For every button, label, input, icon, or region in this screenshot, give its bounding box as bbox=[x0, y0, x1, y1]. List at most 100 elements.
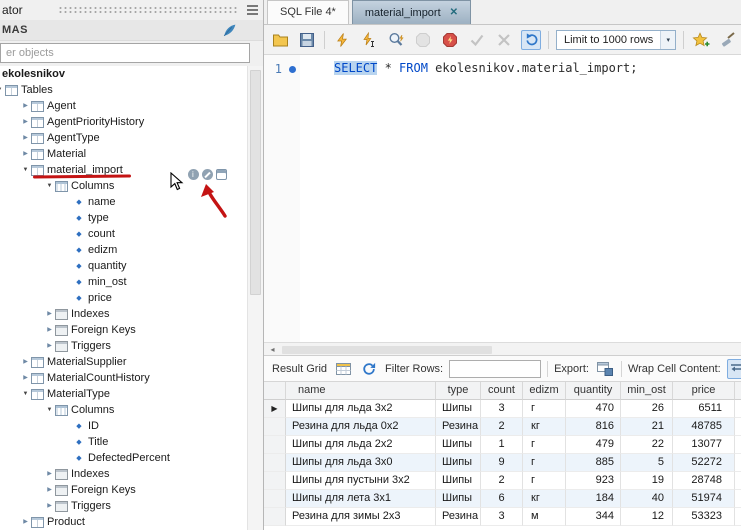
table-row[interactable]: Шипы для льда 2x2Шипы1г4792213077 bbox=[264, 436, 741, 454]
column-header-quantity[interactable]: quantity bbox=[566, 382, 621, 400]
cell-count[interactable]: 3 bbox=[481, 508, 523, 526]
column-header-count[interactable]: count bbox=[481, 382, 523, 400]
tree-item-price[interactable]: ◆price bbox=[0, 290, 247, 306]
table-info-icon[interactable] bbox=[188, 169, 199, 180]
cell-type[interactable]: Резина bbox=[436, 508, 481, 526]
cell-price[interactable]: 52272 bbox=[673, 454, 735, 472]
save-snippet-button[interactable] bbox=[691, 30, 711, 50]
cell-count[interactable]: 2 bbox=[481, 472, 523, 490]
open-file-button[interactable] bbox=[270, 30, 290, 50]
cell-edizm[interactable]: г bbox=[523, 400, 566, 418]
table-row[interactable]: ▶Шипы для льда 3x2Шипы3г470266511 bbox=[264, 400, 741, 418]
save-button[interactable] bbox=[297, 30, 317, 50]
tab-close-icon[interactable]: ✕ bbox=[450, 2, 458, 24]
cell-type[interactable]: Шипы bbox=[436, 490, 481, 508]
tree-item-tables[interactable]: ▼Tables bbox=[0, 82, 247, 98]
cell-name[interactable]: Шипы для льда 2x2 bbox=[286, 436, 436, 454]
cell-name[interactable]: Шипы для пустыни 3x2 bbox=[286, 472, 436, 490]
cell-min_ost[interactable]: 5 bbox=[621, 454, 673, 472]
cell-count[interactable]: 1 bbox=[481, 436, 523, 454]
cell-min_ost[interactable]: 21 bbox=[621, 418, 673, 436]
tree-item-indexes[interactable]: ▶Indexes bbox=[0, 466, 247, 482]
collapse-icon[interactable]: ▼ bbox=[20, 386, 31, 402]
tree-item-defectedpercent[interactable]: ◆DefectedPercent bbox=[0, 450, 247, 466]
collapse-icon[interactable]: ▼ bbox=[44, 178, 55, 194]
row-selector[interactable] bbox=[264, 508, 286, 526]
tab-sql-file-4[interactable]: SQL File 4* bbox=[267, 0, 349, 24]
expand-icon[interactable]: ▶ bbox=[20, 514, 31, 530]
tree-item-agentpriorityhistory[interactable]: ▶AgentPriorityHistory bbox=[0, 114, 247, 130]
cell-count[interactable]: 2 bbox=[481, 418, 523, 436]
tree-item-foreign-keys[interactable]: ▶Foreign Keys bbox=[0, 322, 247, 338]
expand-icon[interactable]: ▶ bbox=[44, 322, 55, 338]
table-row[interactable]: Шипы для пустыни 3x2Шипы2г9231928748 bbox=[264, 472, 741, 490]
sidebar-scrollbar-thumb[interactable] bbox=[250, 70, 261, 295]
tree-item-title[interactable]: ◆Title bbox=[0, 434, 247, 450]
cell-price[interactable]: 48785 bbox=[673, 418, 735, 436]
tree-item-min-ost[interactable]: ◆min_ost bbox=[0, 274, 247, 290]
quill-icon[interactable] bbox=[222, 23, 237, 38]
expand-icon[interactable]: ▶ bbox=[44, 306, 55, 322]
explain-button[interactable] bbox=[386, 30, 406, 50]
cell-type[interactable]: Шипы bbox=[436, 400, 481, 418]
sql-line[interactable]: SELECT * FROM ekolesnikov.material_impor… bbox=[300, 61, 637, 75]
table-row[interactable]: Резина для зимы 2x3Резина3м3441253323 bbox=[264, 508, 741, 526]
tree-item-count[interactable]: ◆count bbox=[0, 226, 247, 242]
table-row[interactable]: Резина для льда 0x2Резина2кг8162148785 bbox=[264, 418, 741, 436]
tree-item-triggers[interactable]: ▶Triggers bbox=[0, 498, 247, 514]
tree-item-materialcounthistory[interactable]: ▶MaterialCountHistory bbox=[0, 370, 247, 386]
cell-min_ost[interactable]: 40 bbox=[621, 490, 673, 508]
cell-min_ost[interactable]: 26 bbox=[621, 400, 673, 418]
tree-item-agent[interactable]: ▶Agent bbox=[0, 98, 247, 114]
schema-filter-input[interactable] bbox=[0, 43, 250, 63]
collapse-icon[interactable]: ▼ bbox=[20, 162, 31, 178]
cell-quantity[interactable]: 184 bbox=[566, 490, 621, 508]
column-header-name[interactable]: name bbox=[286, 382, 436, 400]
cell-min_ost[interactable]: 22 bbox=[621, 436, 673, 454]
wrap-toggle-icon[interactable] bbox=[727, 359, 741, 379]
row-selector[interactable] bbox=[264, 436, 286, 454]
expand-icon[interactable]: ▶ bbox=[44, 466, 55, 482]
cell-quantity[interactable]: 816 bbox=[566, 418, 621, 436]
column-header-price[interactable]: price bbox=[673, 382, 735, 400]
row-selector[interactable] bbox=[264, 454, 286, 472]
stop-on-error-toggle[interactable] bbox=[440, 30, 460, 50]
filter-rows-input[interactable] bbox=[449, 360, 541, 378]
cell-price[interactable]: 53323 bbox=[673, 508, 735, 526]
tree-item-ekolesnikov[interactable]: ekolesnikov bbox=[0, 66, 247, 82]
cell-price[interactable]: 28748 bbox=[673, 472, 735, 490]
cell-count[interactable]: 3 bbox=[481, 400, 523, 418]
expand-icon[interactable]: ▶ bbox=[20, 114, 31, 130]
row-selector[interactable]: ▶ bbox=[264, 400, 286, 418]
tab-material-import[interactable]: material_import ✕ bbox=[352, 0, 471, 24]
table-row[interactable]: Шипы для лета 3x1Шипы6кг1844051974 bbox=[264, 490, 741, 508]
grid-corner[interactable] bbox=[264, 382, 286, 400]
tree-item-materialtype[interactable]: ▼MaterialType bbox=[0, 386, 247, 402]
tree-item-foreign-keys[interactable]: ▶Foreign Keys bbox=[0, 482, 247, 498]
cell-count[interactable]: 6 bbox=[481, 490, 523, 508]
sidebar-scrollbar[interactable] bbox=[247, 66, 263, 530]
cell-edizm[interactable]: г bbox=[523, 436, 566, 454]
cell-min_ost[interactable]: 19 bbox=[621, 472, 673, 490]
panel-drag-handle[interactable] bbox=[58, 6, 238, 15]
cell-quantity[interactable]: 470 bbox=[566, 400, 621, 418]
column-header-edizm[interactable]: edizm bbox=[523, 382, 566, 400]
cell-min_ost[interactable]: 12 bbox=[621, 508, 673, 526]
export-icon[interactable] bbox=[595, 359, 615, 379]
refresh-icon[interactable] bbox=[359, 359, 379, 379]
table-data-icon[interactable] bbox=[216, 169, 227, 180]
cell-edizm[interactable]: г bbox=[523, 454, 566, 472]
collapse-icon[interactable]: ▼ bbox=[44, 402, 55, 418]
expand-icon[interactable]: ▶ bbox=[20, 370, 31, 386]
cell-type[interactable]: Шипы bbox=[436, 454, 481, 472]
editor-horizontal-scrollbar[interactable]: ◂ bbox=[264, 342, 741, 356]
expand-icon[interactable]: ▶ bbox=[20, 354, 31, 370]
schemas-section-header[interactable]: MAS bbox=[0, 20, 263, 41]
tree-item-id[interactable]: ◆ID bbox=[0, 418, 247, 434]
autocommit-toggle[interactable] bbox=[521, 30, 541, 50]
limit-rows-dropdown[interactable]: Limit to 1000 rows ▾ bbox=[556, 30, 676, 50]
cell-edizm[interactable]: кг bbox=[523, 418, 566, 436]
expand-icon[interactable]: ▶ bbox=[20, 146, 31, 162]
execute-current-button[interactable] bbox=[359, 30, 379, 50]
tree-item-edizm[interactable]: ◆edizm bbox=[0, 242, 247, 258]
